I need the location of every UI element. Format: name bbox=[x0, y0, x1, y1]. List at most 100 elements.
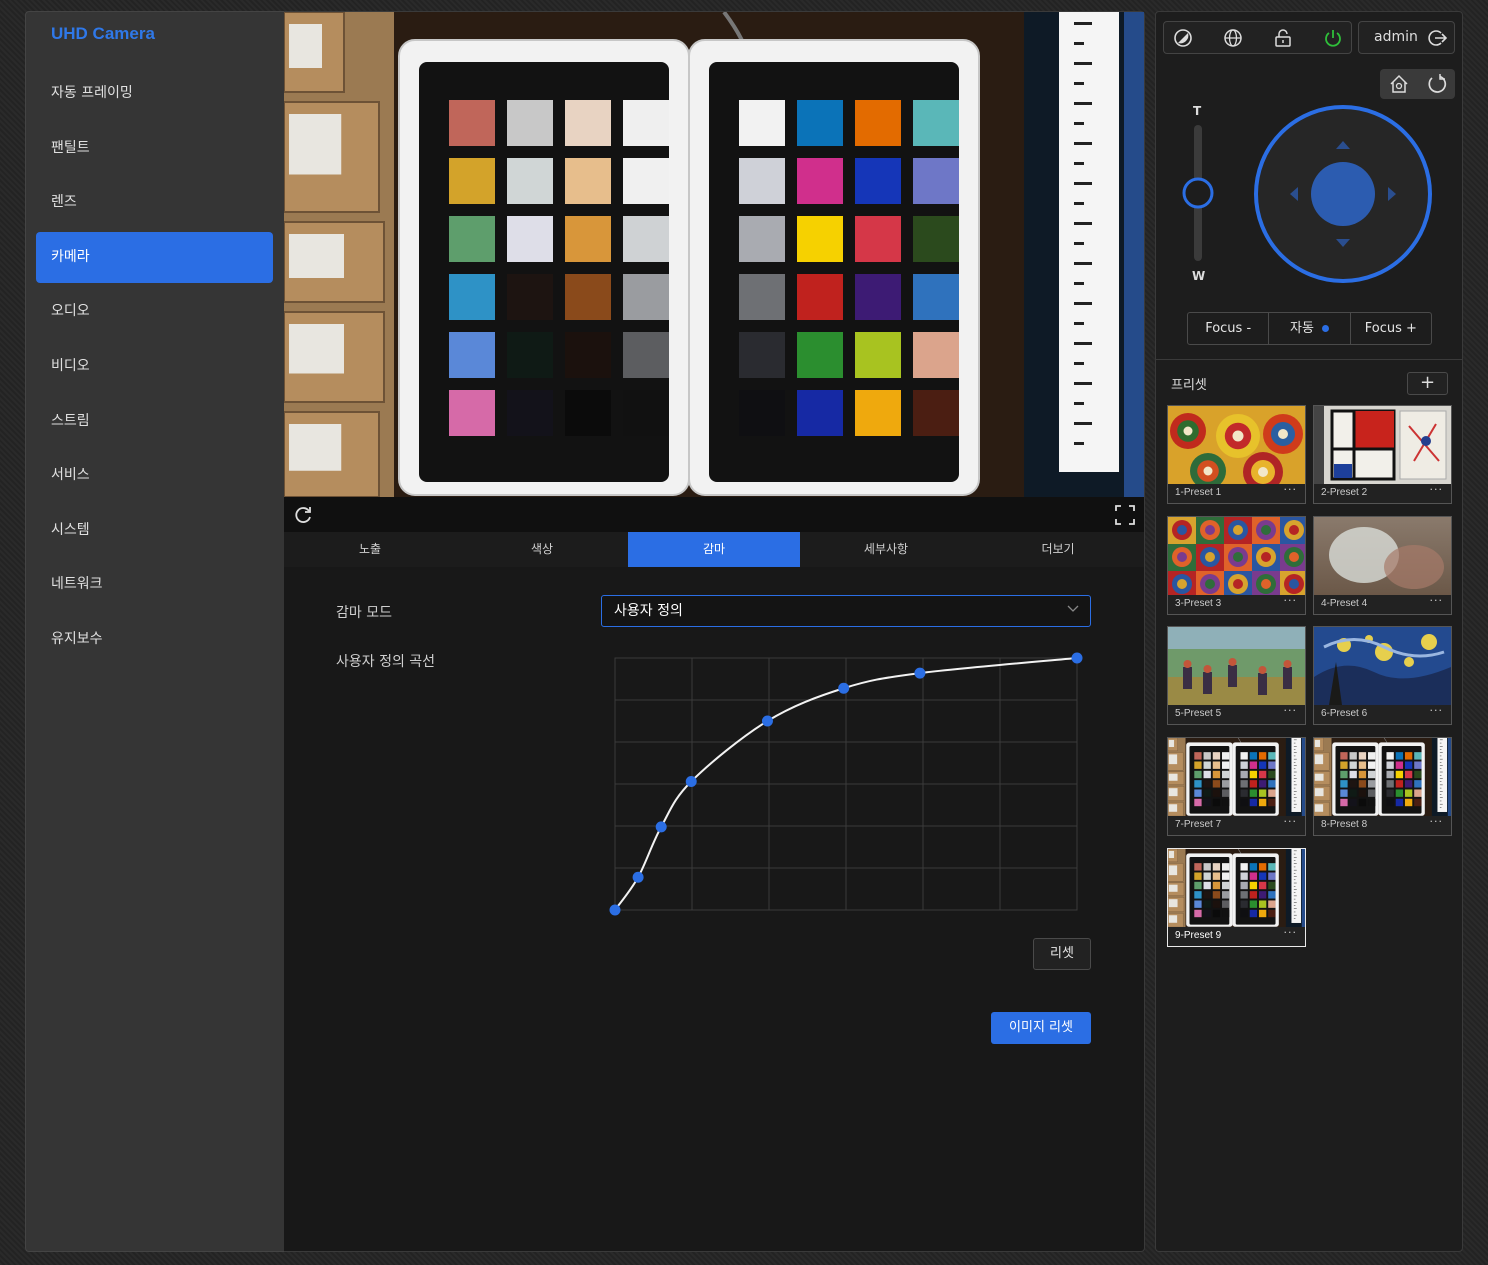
preset-card[interactable]: 5-Preset 5 ··· bbox=[1167, 626, 1306, 725]
user-menu[interactable]: admin bbox=[1358, 21, 1455, 54]
auto-indicator-dot bbox=[1321, 325, 1329, 332]
preset-card[interactable]: 6-Preset 6 ··· bbox=[1313, 626, 1452, 725]
fullscreen-icon[interactable] bbox=[1114, 504, 1136, 526]
app-title: UHD Camera bbox=[51, 24, 155, 43]
reset-position-icon[interactable] bbox=[1426, 73, 1448, 95]
preset-thumbnail-wrap bbox=[1168, 738, 1305, 816]
preset-card[interactable]: 9-Preset 9 ··· bbox=[1167, 848, 1306, 947]
add-preset-button[interactable]: + bbox=[1407, 372, 1448, 395]
preset-thumbnail-wrap bbox=[1314, 517, 1451, 595]
username: admin bbox=[1374, 29, 1418, 45]
curve-reset-button[interactable]: 리셋 bbox=[1033, 938, 1091, 970]
nav-item-audio[interactable]: 오디오 bbox=[36, 286, 273, 337]
top-icon-group bbox=[1163, 21, 1352, 54]
gamma-mode-value: 사용자 정의 bbox=[614, 603, 683, 619]
preset-name: 1-Preset 1 bbox=[1175, 487, 1222, 498]
preset-name: 7-Preset 7 bbox=[1175, 819, 1222, 830]
nav-item-service[interactable]: 서비스 bbox=[36, 450, 273, 501]
preset-card[interactable]: 2-Preset 2 ··· bbox=[1313, 405, 1452, 504]
curve-control-point[interactable] bbox=[1071, 652, 1083, 664]
nav-item-lens[interactable]: 렌즈 bbox=[36, 177, 273, 228]
curve-control-point[interactable] bbox=[838, 682, 850, 694]
preset-thumbnail bbox=[1314, 517, 1451, 595]
nav-item-camera[interactable]: 카메라 bbox=[36, 231, 273, 283]
unlock-icon[interactable] bbox=[1272, 27, 1294, 49]
home-icon[interactable] bbox=[1388, 73, 1410, 95]
preset-more-menu[interactable]: ··· bbox=[1284, 594, 1298, 607]
curve-grid bbox=[614, 657, 1078, 911]
ptz-tools bbox=[1380, 69, 1455, 99]
camera-feed-image bbox=[284, 12, 1144, 497]
curve-control-point[interactable] bbox=[914, 667, 926, 679]
preset-card[interactable]: 3-Preset 3 ··· bbox=[1167, 516, 1306, 615]
nav-item-maintenance[interactable]: 유지보수 bbox=[36, 614, 273, 665]
tab-more[interactable]: 더보기 bbox=[972, 532, 1144, 567]
preset-card[interactable]: 1-Preset 1 ··· bbox=[1167, 405, 1306, 504]
preset-thumbnail-wrap bbox=[1314, 738, 1451, 816]
theme-icon[interactable] bbox=[1172, 27, 1194, 49]
curve-control-point[interactable] bbox=[632, 871, 644, 883]
video-preview bbox=[284, 12, 1144, 497]
preset-more-menu[interactable]: ··· bbox=[1430, 815, 1444, 828]
refresh-icon[interactable] bbox=[292, 504, 314, 526]
preset-card[interactable]: 7-Preset 7 ··· bbox=[1167, 737, 1306, 836]
zoom-slider[interactable] bbox=[1180, 122, 1216, 272]
preset-more-menu[interactable]: ··· bbox=[1284, 926, 1298, 939]
preset-thumbnail bbox=[1168, 627, 1305, 705]
preset-card[interactable]: 8-Preset 8 ··· bbox=[1313, 737, 1452, 836]
preset-more-menu[interactable]: ··· bbox=[1284, 815, 1298, 828]
preset-thumbnail bbox=[1314, 627, 1451, 705]
preset-name: 9-Preset 9 bbox=[1175, 930, 1222, 941]
preset-name: 4-Preset 4 bbox=[1321, 598, 1368, 609]
presets-title: 프리셋 bbox=[1171, 378, 1207, 393]
preset-thumbnail-wrap bbox=[1168, 627, 1305, 705]
preset-card[interactable]: 4-Preset 4 ··· bbox=[1313, 516, 1452, 615]
focus-minus-button[interactable]: Focus - bbox=[1188, 313, 1270, 344]
curve-control-point[interactable] bbox=[761, 715, 773, 727]
image-reset-button[interactable]: 이미지 리셋 bbox=[991, 1012, 1091, 1044]
zoom-slider-handle bbox=[1182, 177, 1214, 209]
focus-plus-button[interactable]: Focus + bbox=[1351, 313, 1431, 344]
preset-name: 6-Preset 6 bbox=[1321, 708, 1368, 719]
main-panel: 노출 색상 감마 세부사항 더보기 감마 모드 사용자 정의 사용자 정의 곡선… bbox=[284, 11, 1145, 1252]
video-toolbar bbox=[284, 497, 1144, 532]
preset-name: 3-Preset 3 bbox=[1175, 598, 1222, 609]
sidebar: UHD Camera 자동 프레이밍 팬틸트 렌즈 카메라 오디오 비디오 스트… bbox=[25, 11, 284, 1252]
preset-more-menu[interactable]: ··· bbox=[1430, 483, 1444, 496]
tab-gamma[interactable]: 감마 bbox=[628, 532, 800, 567]
curve-control-point[interactable] bbox=[685, 775, 697, 787]
nav-item-video[interactable]: 비디오 bbox=[36, 341, 273, 392]
gamma-curve-editor[interactable] bbox=[604, 650, 1086, 922]
zoom-tele-label: T bbox=[1193, 104, 1202, 118]
tab-color[interactable]: 색상 bbox=[456, 532, 628, 567]
globe-icon[interactable] bbox=[1222, 27, 1244, 49]
preset-thumbnail bbox=[1168, 406, 1305, 484]
preset-name: 5-Preset 5 bbox=[1175, 708, 1222, 719]
focus-auto-button[interactable]: 자동 bbox=[1269, 313, 1351, 344]
nav-item-stream[interactable]: 스트림 bbox=[36, 396, 273, 447]
nav-item-pan-tilt[interactable]: 팬틸트 bbox=[36, 123, 273, 174]
preset-thumbnail-wrap bbox=[1314, 627, 1451, 705]
nav-item-network[interactable]: 네트워크 bbox=[36, 559, 273, 610]
zoom-wide-label: W bbox=[1192, 269, 1206, 283]
gamma-mode-select[interactable]: 사용자 정의 bbox=[601, 595, 1091, 627]
tab-details[interactable]: 세부사항 bbox=[800, 532, 972, 567]
nav-item-auto-framing[interactable]: 자동 프레이밍 bbox=[36, 68, 273, 119]
focus-auto-label: 자동 bbox=[1290, 321, 1314, 336]
power-icon[interactable] bbox=[1322, 27, 1344, 49]
control-panel: admin T W Focus - 자동 Focus + 프리셋 + 1-Pre… bbox=[1155, 11, 1463, 1252]
preset-more-menu[interactable]: ··· bbox=[1284, 704, 1298, 717]
chevron-down-icon bbox=[1067, 605, 1079, 612]
preset-more-menu[interactable]: ··· bbox=[1430, 704, 1444, 717]
preset-thumbnail-wrap bbox=[1168, 406, 1305, 484]
preset-more-menu[interactable]: ··· bbox=[1430, 594, 1444, 607]
ptz-joystick[interactable] bbox=[1251, 102, 1435, 286]
gamma-mode-label: 감마 모드 bbox=[336, 605, 392, 621]
curve-control-point[interactable] bbox=[655, 821, 667, 833]
preset-thumbnail-wrap bbox=[1168, 849, 1305, 927]
curve-control-point[interactable] bbox=[609, 904, 621, 916]
preset-more-menu[interactable]: ··· bbox=[1284, 483, 1298, 496]
logout-icon[interactable] bbox=[1426, 27, 1448, 49]
nav-item-system[interactable]: 시스템 bbox=[36, 505, 273, 556]
tab-exposure[interactable]: 노출 bbox=[284, 532, 456, 567]
